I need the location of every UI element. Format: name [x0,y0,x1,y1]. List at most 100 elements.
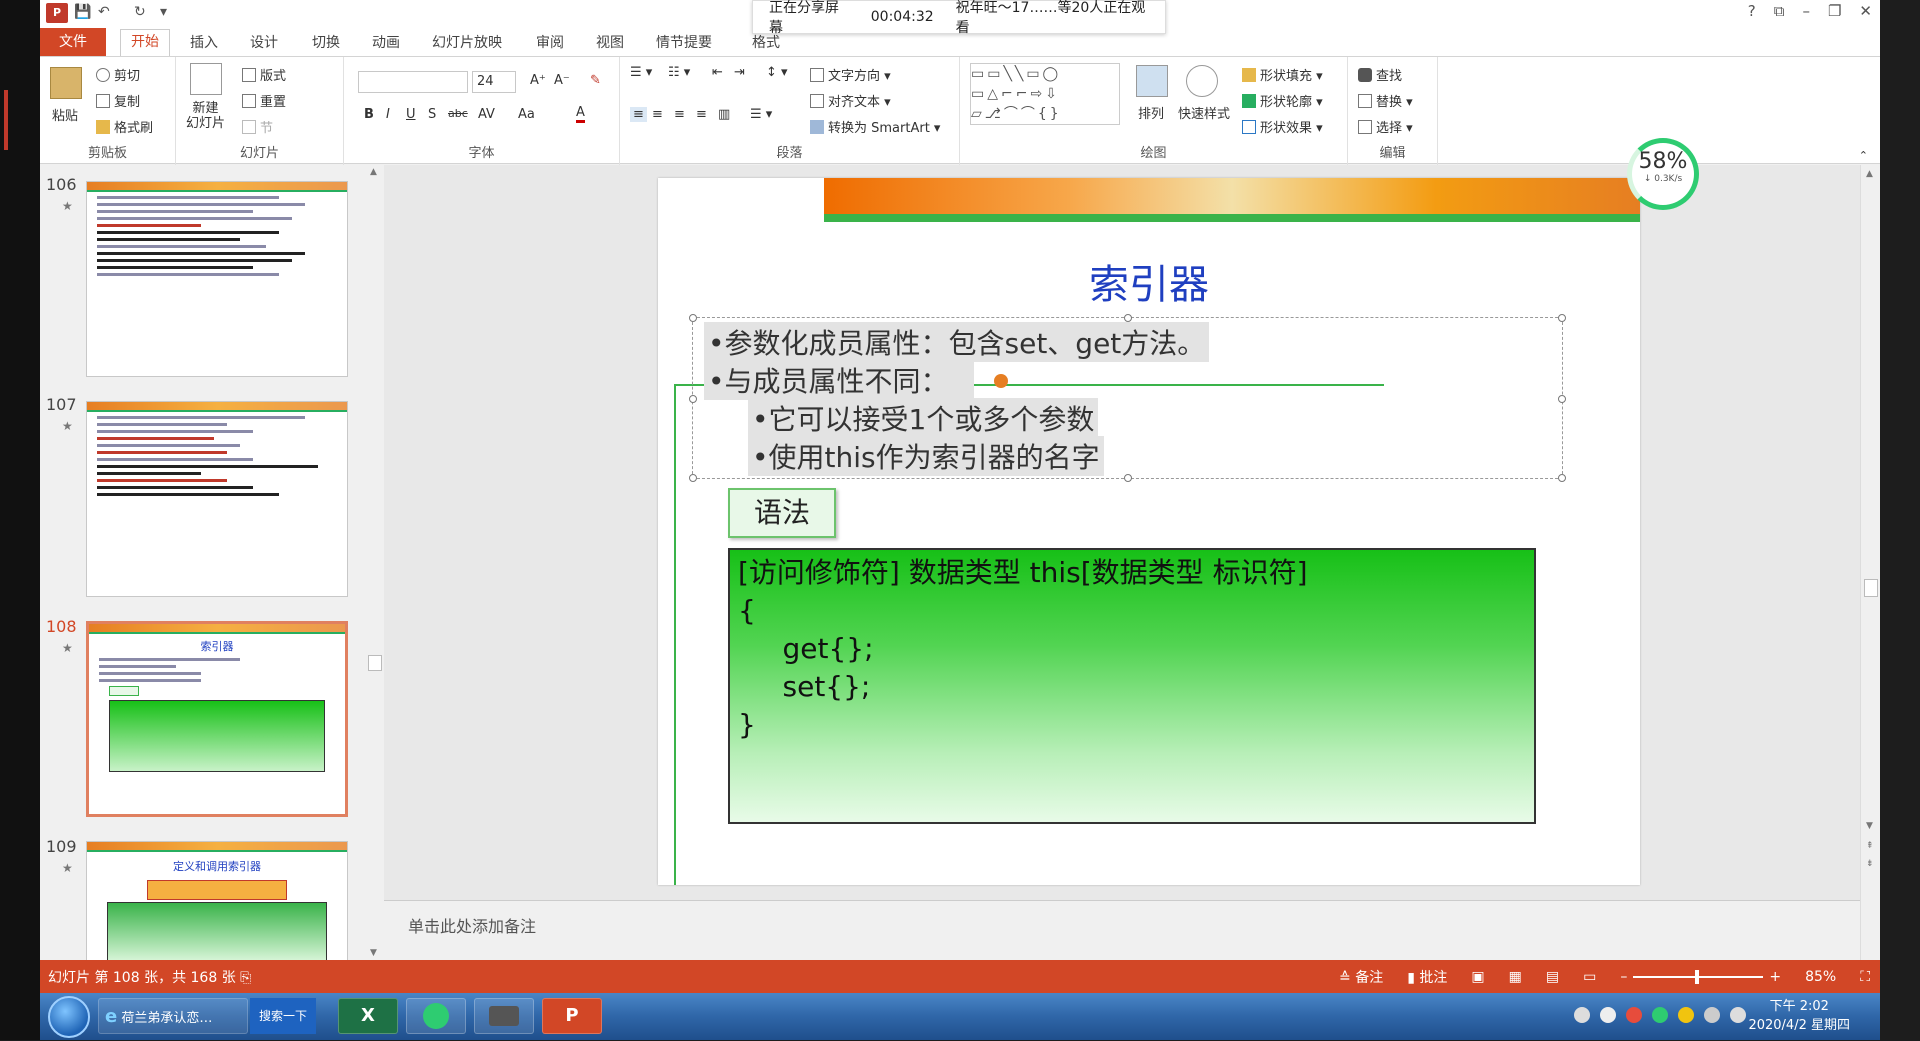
current-slide[interactable]: 索引器 •参数化成员属性：包含set、get方法。 •与成员属性不同： •它可以… [658,178,1640,885]
font-color-button[interactable]: A [576,105,585,123]
resize-handle[interactable] [1124,314,1132,322]
resize-handle[interactable] [1558,395,1566,403]
system-clock[interactable]: 下午 2:02 2020/4/2 星期四 [1748,997,1850,1035]
close-button[interactable]: ✕ [1859,2,1872,20]
shape-effects-button[interactable]: 形状效果 ▾ [1242,117,1323,136]
strikethrough-button[interactable]: abc [448,107,468,120]
section-button[interactable]: 节 [242,117,273,136]
slideshow-icon[interactable]: ▭ [1583,969,1596,985]
resize-handle[interactable] [689,314,697,322]
justify-icon[interactable]: ≡ [696,107,707,122]
slide-thumbnail-107[interactable] [86,401,348,597]
shrink-font-icon[interactable]: A⁻ [554,73,570,88]
taskbar-ie[interactable]: e 荷兰弟承认恋… [98,998,248,1034]
resize-handle[interactable] [1124,474,1132,482]
font-size-input[interactable]: 24 [472,71,516,93]
redo-icon[interactable]: ↻ [134,4,146,20]
cut-button[interactable]: 剪切 [96,65,140,84]
vertical-scrollbar[interactable]: ▲ ▼ ⇞ ⇟ [1860,165,1880,960]
bullets-icon[interactable]: ☰ ▾ [630,65,652,80]
bullet-item[interactable]: •参数化成员属性：包含set、get方法。 [704,322,1210,362]
sub-bullet-item[interactable]: •它可以接受1个或多个参数 [748,398,1099,438]
smartart-button[interactable]: 转换为 SmartArt ▾ [810,117,940,136]
syntax-label-box[interactable]: 语法 [728,488,836,538]
char-spacing-button[interactable]: AV [478,107,495,122]
shadow-button[interactable]: S [428,107,436,122]
line-spacing-icon[interactable]: ↕ ▾ [766,65,788,80]
grow-font-icon[interactable]: A⁺ [530,73,546,88]
change-case-button[interactable]: Aa [518,107,535,122]
tab-storyboarding[interactable]: 情节提要 [656,32,712,52]
paste-button[interactable]: 粘贴 [52,105,78,124]
tab-design[interactable]: 设计 [250,32,278,52]
tab-transitions[interactable]: 切换 [312,32,340,52]
maximize-button[interactable]: ❐ [1828,2,1841,20]
slide-thumbnail-108[interactable]: 索引器 [86,621,348,817]
slide-title[interactable]: 索引器 [658,252,1640,310]
underline-button[interactable]: U [406,107,416,122]
thumbnails-scrollbar[interactable]: ▲ ▼ [368,165,382,960]
taskbar-app[interactable] [474,998,534,1034]
ribbon-display-icon[interactable]: ⧉ [1774,2,1785,20]
tab-file[interactable]: 文件 [40,28,106,56]
reset-button[interactable]: 重置 [242,91,286,110]
italic-button[interactable]: I [386,107,390,122]
zoom-slider[interactable]: – + [1620,969,1781,985]
minimize-button[interactable]: – [1802,2,1810,20]
text-direction-button[interactable]: 文字方向 ▾ [810,65,891,84]
align-text-button[interactable]: 对齐文本 ▾ [810,91,891,110]
slide-thumbnail-106[interactable] [86,181,348,377]
sub-bullet-item[interactable]: •使用this作为索引器的名字 [748,436,1104,476]
collapse-ribbon-icon[interactable]: ⌃ [1859,149,1868,162]
distribute-icon[interactable]: ☰ ▾ [750,107,772,122]
increase-indent-icon[interactable]: ⇥ [734,65,745,80]
tray-shield-icon[interactable] [1678,1007,1694,1023]
shape-outline-button[interactable]: 形状轮廓 ▾ [1242,91,1323,110]
tray-pen-icon[interactable] [1600,1007,1616,1023]
new-slide-button[interactable]: 新建 幻灯片 [186,101,225,131]
fit-to-window-icon[interactable]: ⛶ [1860,969,1870,985]
tray-keyboard-icon[interactable] [1574,1007,1590,1023]
slide-thumbnail-109[interactable]: 定义和调用索引器 [86,841,348,960]
spellcheck-icon[interactable]: ⎘ [240,970,251,986]
help-icon[interactable]: ? [1748,2,1756,20]
tray-qq-icon[interactable] [1626,1007,1642,1023]
resize-handle[interactable] [1558,474,1566,482]
start-button[interactable] [48,996,90,1038]
syntax-code-box[interactable]: [访问修饰符] 数据类型 this[数据类型 标识符] { get{}; set… [728,548,1536,824]
comments-toggle-button[interactable]: ▮ 批注 [1407,967,1447,987]
notes-pane[interactable]: 单击此处添加备注 [384,900,1860,960]
bullet-item[interactable]: •与成员属性不同： [704,360,974,400]
shapes-gallery[interactable]: ▭▭╲╲▭◯ ▭△⌐⌐⇨⇩ ▱⎇⌒⌒{} [970,63,1120,125]
notes-placeholder[interactable]: 单击此处添加备注 [408,913,536,937]
tab-review[interactable]: 审阅 [536,32,564,52]
tray-network-icon[interactable] [1704,1007,1720,1023]
layout-button[interactable]: 版式 [242,65,286,84]
font-name-input[interactable] [358,71,468,93]
tray-green-icon[interactable] [1652,1007,1668,1023]
reading-view-icon[interactable]: ▤ [1546,969,1559,985]
columns-icon[interactable]: ▥ [718,107,730,122]
numbering-icon[interactable]: ☷ ▾ [668,65,690,80]
format-painter-button[interactable]: 格式刷 [96,117,153,136]
clear-format-icon[interactable]: ✎ [590,73,601,88]
find-button[interactable]: 查找 [1358,65,1402,84]
taskbar-excel[interactable]: X [338,998,398,1034]
align-right-icon[interactable]: ≡ [674,107,685,122]
arrange-button[interactable]: 排列 [1138,103,1164,122]
decrease-indent-icon[interactable]: ⇤ [712,65,723,80]
slide-sorter-icon[interactable]: ▦ [1509,969,1522,985]
replace-button[interactable]: 替换 ▾ [1358,91,1413,110]
tab-slideshow[interactable]: 幻灯片放映 [432,32,502,52]
save-icon[interactable]: 💾 [74,4,91,20]
quick-styles-button[interactable]: 快速样式 [1178,103,1230,122]
taskbar-search[interactable]: 搜索一下 [250,998,316,1034]
resize-handle[interactable] [689,474,697,482]
tab-insert[interactable]: 插入 [190,32,218,52]
tab-animations[interactable]: 动画 [372,32,400,52]
tray-volume-icon[interactable] [1730,1007,1746,1023]
tab-home[interactable]: 开始 [120,29,170,56]
resize-handle[interactable] [1558,314,1566,322]
customize-toolbar-icon[interactable]: ▾ [160,4,167,20]
taskbar-browser[interactable] [406,998,466,1034]
